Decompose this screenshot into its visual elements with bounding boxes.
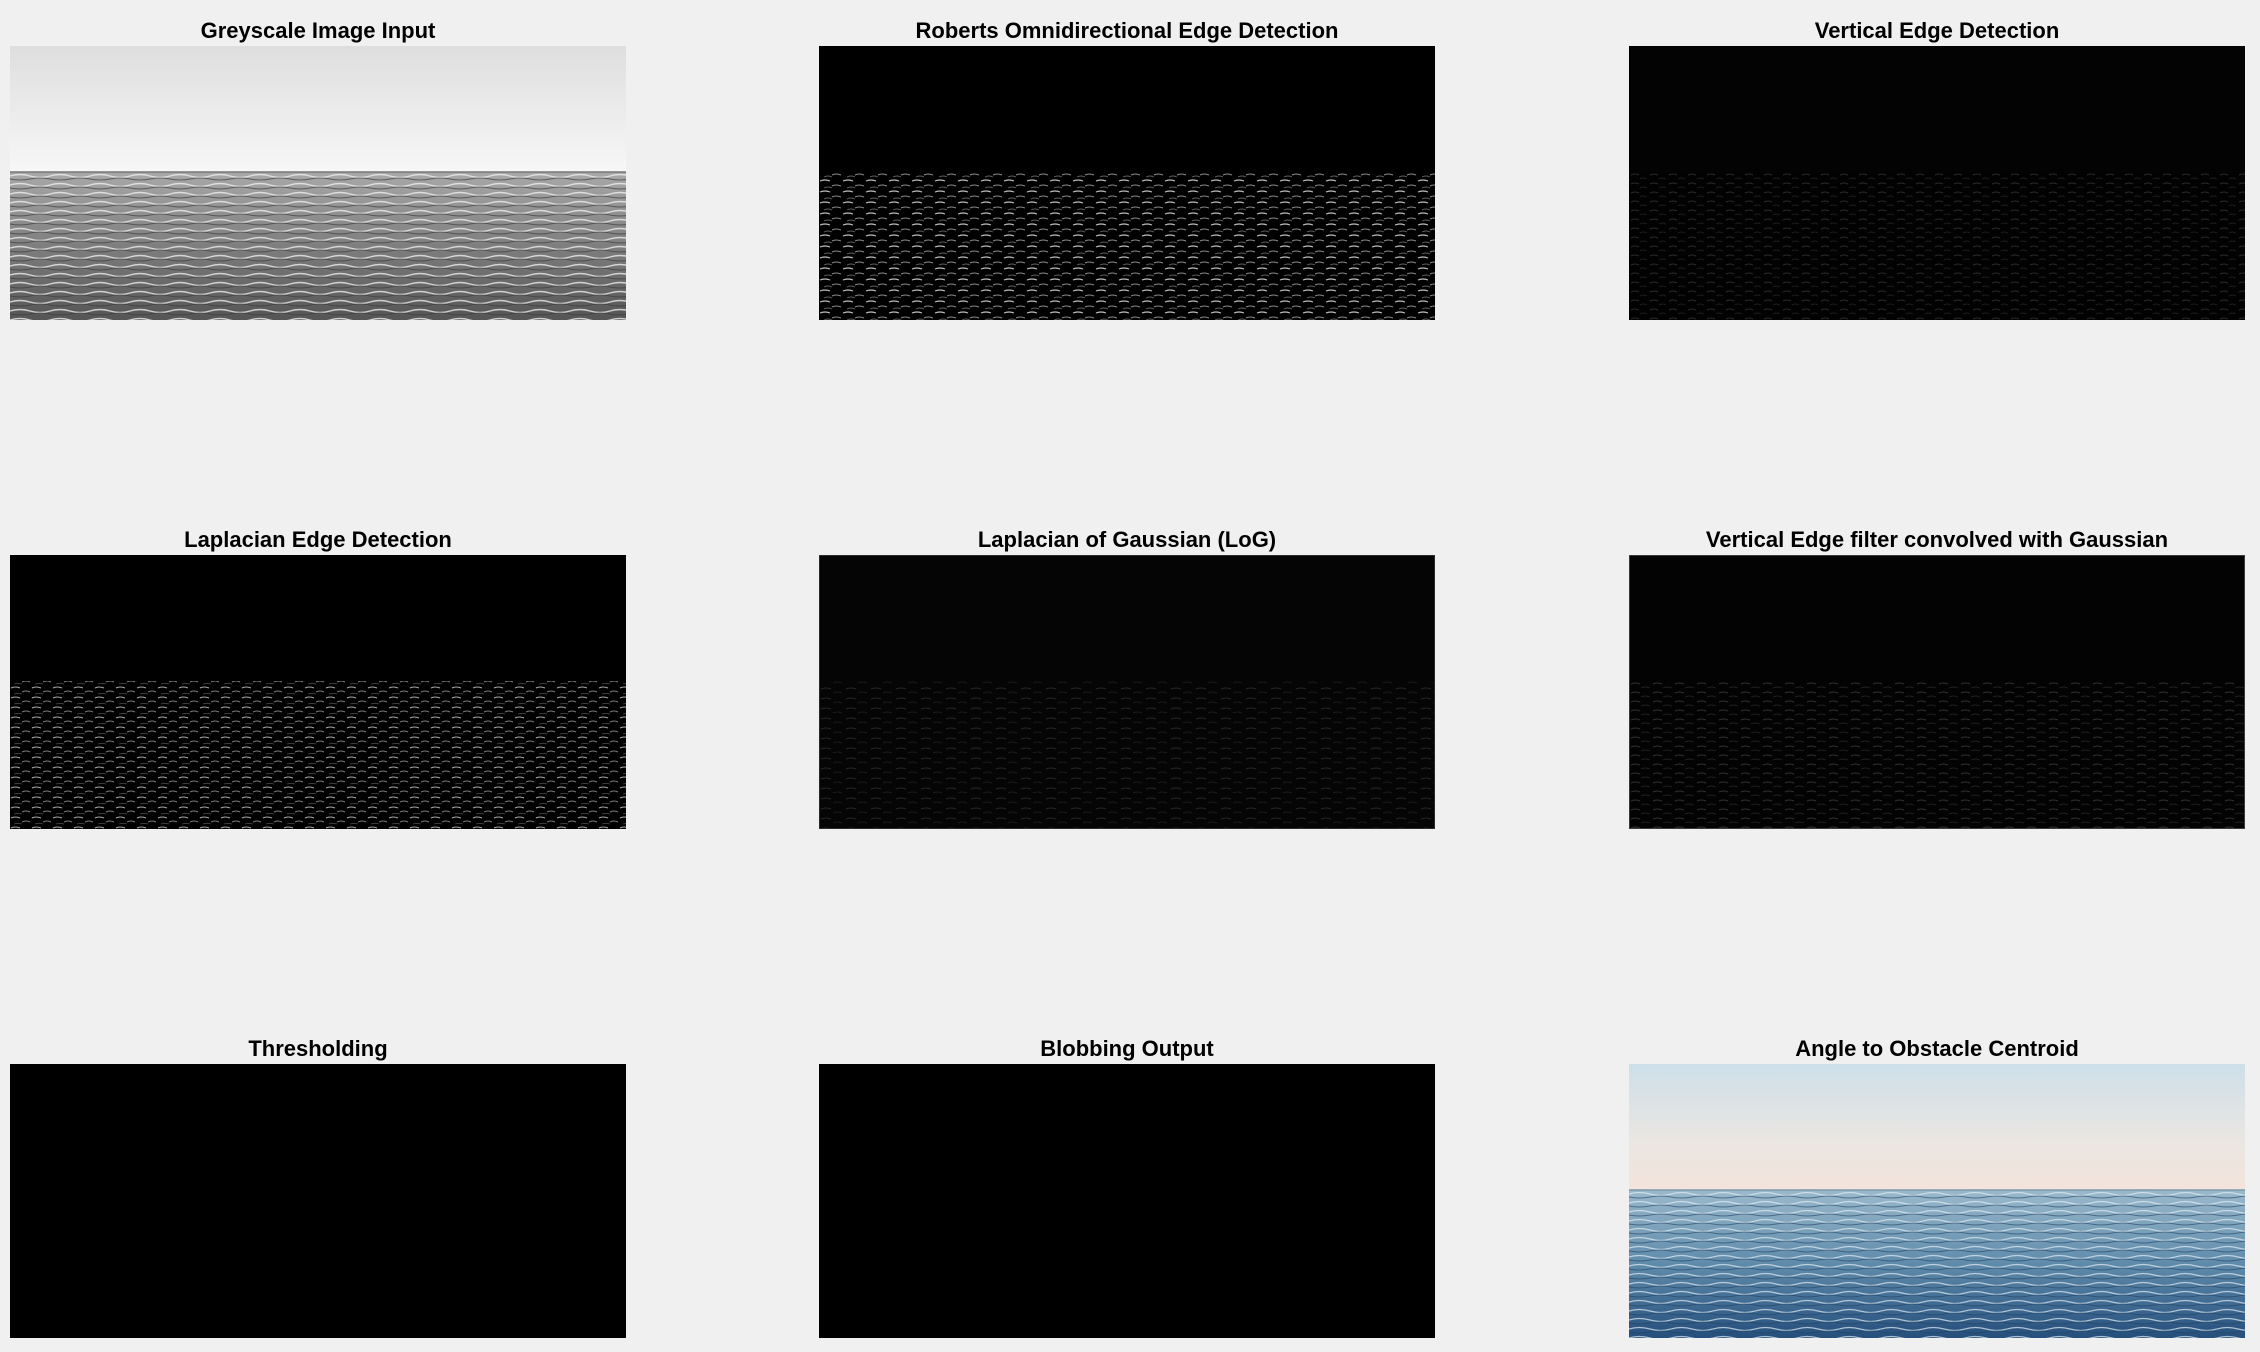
log-edge-image — [819, 555, 1435, 829]
panel-title: Laplacian of Gaussian (LoG) — [977, 527, 1277, 552]
panel-title: Greyscale Image Input — [200, 18, 436, 43]
thresholding-image — [10, 1064, 626, 1338]
greyscale-sea-image — [10, 46, 626, 320]
blobbing-image — [819, 1064, 1435, 1338]
panel-title: Blobbing Output — [1040, 1036, 1214, 1061]
panel-title: Roberts Omnidirectional Edge Detection — [915, 18, 1339, 43]
panel-title: Laplacian Edge Detection — [184, 527, 452, 552]
matlab-figure: Greyscale Image Input Roberts Omnidirect… — [0, 0, 2260, 1352]
vertical-edge-image — [1629, 46, 2245, 320]
color-sea-image — [1629, 1064, 2245, 1338]
panel-title: Thresholding — [248, 1036, 388, 1061]
panel-title: Vertical Edge filter convolved with Gaus… — [1705, 527, 2169, 552]
laplacian-edge-image — [10, 555, 626, 829]
panel-title: Vertical Edge Detection — [1814, 18, 2060, 43]
roberts-edge-image — [819, 46, 1435, 320]
panel-title: Angle to Obstacle Centroid — [1795, 1036, 2079, 1061]
vertical-gaussian-image — [1629, 555, 2245, 829]
